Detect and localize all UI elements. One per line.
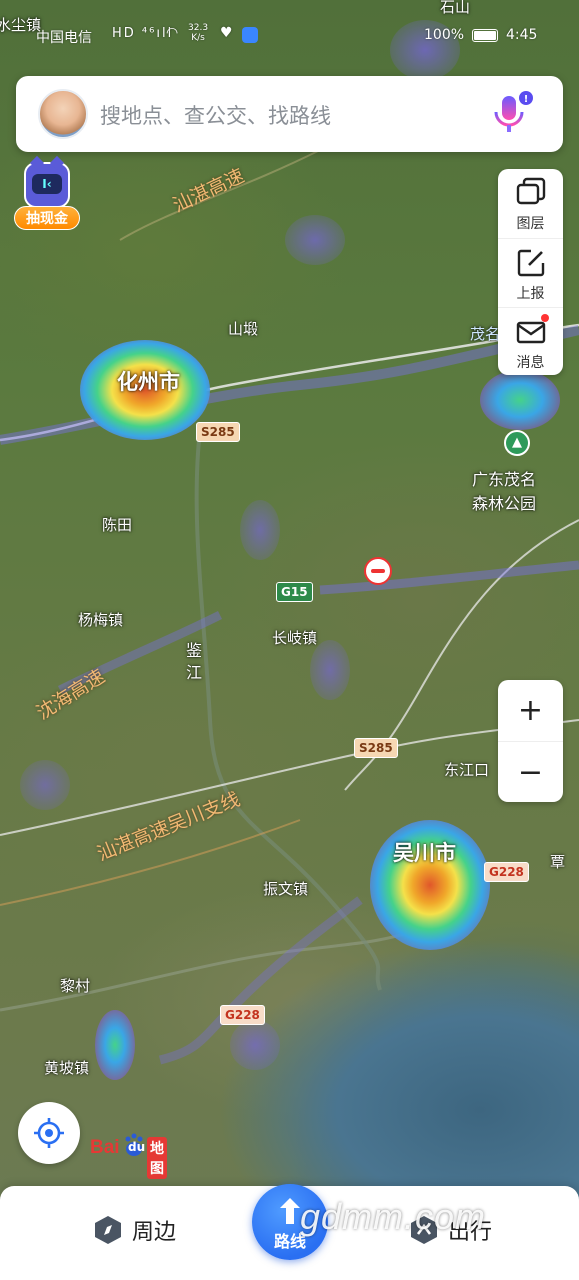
edit-report-icon xyxy=(517,249,545,277)
cash-reward-badge[interactable]: I‹ 抽现金 xyxy=(14,162,80,234)
report-button[interactable]: 上报 xyxy=(498,238,563,306)
logo-bai: Bai xyxy=(90,1137,120,1158)
crosshair-icon xyxy=(34,1118,64,1148)
label-dongjiangkou[interactable]: 东江口 xyxy=(444,759,489,780)
battery-icon xyxy=(472,29,498,42)
search-bar[interactable]: 搜地点、查公交、找路线 ! xyxy=(16,76,563,152)
label-wuchuan[interactable]: 吴川市 xyxy=(393,837,456,867)
messages-button[interactable]: 消息 xyxy=(498,307,563,375)
label-huangpo[interactable]: 黄坡镇 xyxy=(44,1057,89,1078)
voice-mic-icon[interactable]: ! xyxy=(486,90,534,138)
label-zhenwen[interactable]: 振文镇 xyxy=(263,878,308,899)
clock: 4:45 xyxy=(506,27,538,43)
layers-icon xyxy=(516,177,546,205)
heart-icon: ♥ xyxy=(220,25,233,41)
label-maoming-edge[interactable]: 茂名 xyxy=(470,323,500,344)
shield-g15[interactable]: G15 xyxy=(276,582,313,602)
label-huazhou[interactable]: 化州市 xyxy=(117,366,180,396)
label-park-line2: 森林公园 xyxy=(472,494,537,513)
heat-n3 xyxy=(310,640,350,700)
compass-icon xyxy=(95,1216,121,1244)
shield-s285-north[interactable]: S285 xyxy=(196,422,240,442)
zoom-control: + − xyxy=(498,680,563,802)
shield-g228-west[interactable]: G228 xyxy=(220,1005,265,1025)
label-chentian[interactable]: 陈田 xyxy=(102,514,132,535)
heat-n4 xyxy=(230,1020,280,1070)
heat-n1 xyxy=(285,215,345,265)
robot-face: I‹ xyxy=(32,174,62,194)
shield-g228-east[interactable]: G228 xyxy=(484,862,529,882)
layers-label: 图层 xyxy=(516,216,545,232)
logo-map-text: 地图 xyxy=(147,1137,167,1179)
signal-icons: HD ⁴⁶ıll xyxy=(112,26,174,41)
nearby-label: 周边 xyxy=(132,1220,177,1245)
messages-label: 消息 xyxy=(516,355,545,371)
satellite-map[interactable]: 水尘镇 石山 山塅 化州市 陈田 杨梅镇 鉴江 长岐镇 东江口 吴川市 振文镇 … xyxy=(0,0,579,1280)
map-tool-panel: 图层 上报 消息 xyxy=(498,169,563,375)
label-jianjiang[interactable]: 鉴江 xyxy=(186,640,206,684)
no-entry-icon[interactable] xyxy=(364,557,392,585)
carrier-name: 中国电信 xyxy=(36,30,92,46)
tree-icon: ▲ xyxy=(504,430,530,456)
label-changqi[interactable]: 长岐镇 xyxy=(272,627,317,648)
heat-n5 xyxy=(20,760,70,810)
label-top-town[interactable]: 石山 xyxy=(440,0,470,17)
zoom-in-button[interactable]: + xyxy=(498,680,563,741)
heat-n2 xyxy=(240,500,280,560)
wifi-icon: ◠ xyxy=(166,25,179,41)
app-notification-icon xyxy=(242,27,258,43)
forest-park-poi[interactable]: ▲ 广东茂名 森林公园 xyxy=(472,430,572,520)
watermark: gdmm.com xyxy=(300,1196,487,1237)
heat-maoming xyxy=(480,370,560,430)
report-label: 上报 xyxy=(516,286,545,302)
avatar[interactable] xyxy=(38,89,88,139)
shield-s285-south[interactable]: S285 xyxy=(354,738,398,758)
label-yangmei[interactable]: 杨梅镇 xyxy=(78,609,123,630)
layers-button[interactable]: 图层 xyxy=(498,169,563,237)
zoom-out-button[interactable]: − xyxy=(498,741,563,802)
status-bar: 中国电信 HD ⁴⁶ıll 32.3 K/s ◠ ♥ 100% 4:45 xyxy=(0,22,579,50)
cash-badge-label: 抽现金 xyxy=(14,206,80,230)
label-park-line1: 广东茂名 xyxy=(472,470,537,489)
label-licun[interactable]: 黎村 xyxy=(60,975,90,996)
svg-text:!: ! xyxy=(524,94,529,105)
battery-percent: 100% xyxy=(424,27,465,43)
label-shanpo[interactable]: 山塅 xyxy=(228,318,258,339)
locate-me-button[interactable] xyxy=(18,1102,80,1164)
network-speed: 32.3 K/s xyxy=(188,23,209,43)
logo-du: du xyxy=(128,1140,146,1154)
search-input[interactable]: 搜地点、查公交、找路线 xyxy=(100,100,331,130)
label-tan-edge[interactable]: 覃 xyxy=(550,851,565,872)
heat-huangpo xyxy=(95,1010,135,1080)
unread-dot xyxy=(541,314,549,322)
